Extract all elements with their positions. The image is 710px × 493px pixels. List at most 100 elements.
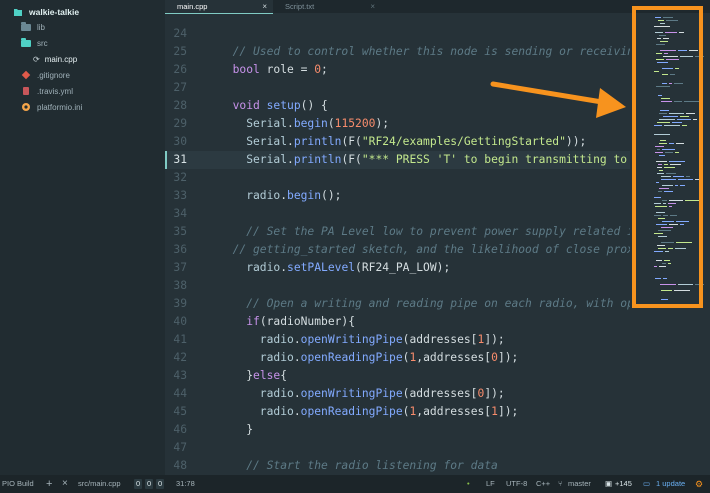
code-token: . <box>280 189 288 202</box>
code-line[interactable]: 48 // Start the radio listening for data <box>165 457 630 475</box>
code-token: ,addresses[ <box>416 351 492 364</box>
code-line[interactable]: 28 void setup() { <box>165 97 630 115</box>
code-token: // Set the PA Level low to prevent power… <box>246 225 630 238</box>
tree-item-lib[interactable]: lib <box>21 20 45 34</box>
code-text: Serial.println(F("*** PRESS 'T' to begin… <box>219 151 630 169</box>
code-line[interactable]: 33 radio.begin(); <box>165 187 630 205</box>
code-token: radio <box>219 261 281 274</box>
grammar-selector[interactable]: C++ <box>536 475 550 493</box>
cursor-position[interactable]: 31:78 <box>176 475 195 493</box>
project-icon <box>13 7 23 17</box>
code-token: openWritingPipe <box>300 387 403 400</box>
line-number: 48 <box>173 459 187 472</box>
code-token: ); <box>375 117 390 130</box>
pio-build-button[interactable]: PIO Build <box>2 475 34 493</box>
line-number: 38 <box>173 279 187 292</box>
info-count[interactable]: 0 <box>156 479 165 489</box>
tree-item-travis[interactable]: .travis.yml <box>21 84 73 98</box>
code-token: . <box>293 333 301 346</box>
code-line[interactable]: 31 Serial.println(F("*** PRESS 'T' to be… <box>165 151 630 169</box>
code-text: void setup() { <box>219 97 328 115</box>
line-number: 40 <box>173 315 187 328</box>
git-diff-count[interactable]: +145 <box>615 475 632 493</box>
code-token: begin <box>287 189 322 202</box>
code-line[interactable]: 40 if(radioNumber){ <box>165 313 630 331</box>
tree-item-platformio[interactable]: platformio.ini <box>21 100 82 114</box>
code-line[interactable]: 24 <box>165 25 630 43</box>
code-text: radio.openReadingPipe(1,addresses[1]); <box>219 403 519 421</box>
code-text: bool role = 0; <box>219 61 328 79</box>
code-text: // Set the PA Level low to prevent power… <box>219 223 630 241</box>
code-line[interactable]: 41 radio.openWritingPipe(addresses[1]); <box>165 331 630 349</box>
code-line[interactable]: 30 Serial.println(F("RF24/examples/Getti… <box>165 133 630 151</box>
tree-item-gitignore[interactable]: .gitignore <box>21 68 70 82</box>
code-text: // getting_started sketch, and the likel… <box>219 241 630 259</box>
code-token: ; <box>321 63 328 76</box>
close-icon[interactable]: × <box>262 2 267 11</box>
code-token: else <box>253 369 281 382</box>
line-number: 44 <box>173 387 187 400</box>
code-line[interactable]: 29 Serial.begin(115200); <box>165 115 630 133</box>
code-token: openWritingPipe <box>300 333 403 346</box>
tab-main-cpp[interactable]: main.cpp × <box>165 0 273 14</box>
code-token: 1 <box>491 405 498 418</box>
code-line[interactable]: 47 <box>165 439 630 457</box>
code-line[interactable]: 32 <box>165 169 630 187</box>
close-terminal-button[interactable]: × <box>62 475 68 493</box>
tree-item-label: main.cpp <box>44 54 78 64</box>
tree-item-src[interactable]: src <box>21 36 48 50</box>
file-encoding[interactable]: UTF-8 <box>506 475 527 493</box>
error-count[interactable]: 0 <box>134 479 143 489</box>
code-token: . <box>287 153 294 166</box>
code-token: ]); <box>484 333 505 346</box>
code-token: (RF24_PA_LOW); <box>355 261 451 274</box>
code-line[interactable]: 43 }else{ <box>165 367 630 385</box>
line-number: 41 <box>173 333 187 346</box>
code-line[interactable]: 42 radio.openReadingPipe(1,addresses[0])… <box>165 349 630 367</box>
git-branch-icon: ⑂ <box>558 479 563 488</box>
code-token: ]); <box>497 351 519 364</box>
status-bar: PIO Build + × src/main.cpp 0 0 0 31:78 •… <box>0 475 710 493</box>
code-line[interactable]: 39 // Open a writing and reading pipe on… <box>165 295 630 313</box>
tab-label: Script.txt <box>285 2 315 11</box>
line-number: 34 <box>173 207 187 220</box>
tab-script-txt[interactable]: Script.txt × <box>273 0 381 13</box>
line-number: 36 <box>173 243 187 256</box>
project-root-label: walkie-talkie <box>29 7 80 17</box>
code-line[interactable]: 38 <box>165 277 630 295</box>
folder-icon <box>21 22 31 32</box>
platformio-icon <box>21 102 31 112</box>
line-ending[interactable]: LF <box>486 475 495 493</box>
code-line[interactable]: 44 radio.openWritingPipe(addresses[0]); <box>165 385 630 403</box>
code-token: setup <box>266 99 301 112</box>
code-line[interactable]: 35 // Set the PA Level low to prevent po… <box>165 223 630 241</box>
update-link[interactable]: 1 update <box>656 475 685 493</box>
close-icon[interactable]: × <box>370 2 375 11</box>
code-line[interactable]: 27 <box>165 79 630 97</box>
git-diff-icon: ▣ <box>605 479 613 488</box>
settings-gear-icon[interactable]: ⚙ <box>695 475 703 493</box>
code-editor[interactable]: 24 25 // Used to control whether this nod… <box>165 13 630 475</box>
tree-item-main-cpp[interactable]: ⟳ main.cpp <box>33 52 77 66</box>
code-line[interactable]: 25 // Used to control whether this node … <box>165 43 630 61</box>
add-terminal-button[interactable]: + <box>46 475 52 493</box>
line-number: 28 <box>173 99 187 112</box>
status-dot-icon: • <box>467 479 470 488</box>
code-token: ]); <box>484 387 505 400</box>
code-line[interactable]: 46 } <box>165 421 630 439</box>
code-token: radio <box>219 333 294 346</box>
current-file-path[interactable]: src/main.cpp <box>78 475 121 493</box>
code-line[interactable]: 37 radio.setPALevel(RF24_PA_LOW); <box>165 259 630 277</box>
tab-label: main.cpp <box>177 2 208 11</box>
code-line[interactable]: 45 radio.openReadingPipe(1,addresses[1])… <box>165 403 630 421</box>
code-token: 0 <box>491 351 498 364</box>
warning-count[interactable]: 0 <box>145 479 154 489</box>
project-root[interactable]: walkie-talkie <box>13 5 79 19</box>
code-line[interactable]: 34 <box>165 205 630 223</box>
code-line[interactable]: 26 bool role = 0; <box>165 61 630 79</box>
code-text: radio.openReadingPipe(1,addresses[0]); <box>219 349 519 367</box>
code-line[interactable]: 36 // getting_started sketch, and the li… <box>165 241 630 259</box>
line-number: 47 <box>173 441 187 454</box>
code-token: (F( <box>341 153 362 166</box>
git-branch[interactable]: master <box>568 475 591 493</box>
